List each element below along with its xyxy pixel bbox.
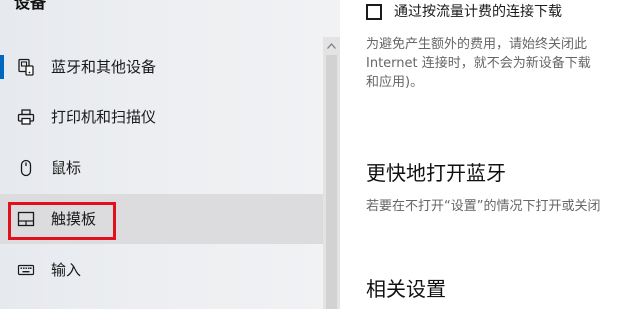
active-indicator bbox=[0, 55, 4, 79]
main-content: 通过按流量计费的连接下载 为避免产生额外的费用，请始终关闭此 Internet … bbox=[340, 0, 620, 309]
metered-download-label: 通过按流量计费的连接下载 bbox=[394, 4, 562, 20]
metered-description-line-1: 为避免产生额外的费用，请始终关闭此 bbox=[366, 37, 588, 52]
metered-download-checkbox[interactable] bbox=[366, 4, 382, 20]
sidebar-item-label: 鼠标 bbox=[51, 159, 82, 177]
sidebar-item-label: 蓝牙和其他设备 bbox=[51, 58, 157, 76]
sidebar-scrollbar[interactable] bbox=[323, 37, 340, 309]
related-settings-heading: 相关设置 bbox=[366, 277, 446, 301]
metered-download-setting[interactable]: 通过按流量计费的连接下载 bbox=[366, 2, 562, 22]
printer-icon bbox=[16, 107, 36, 127]
sidebar-title: 设备 bbox=[14, 0, 47, 12]
sidebar: 设备 蓝牙和其他设备 打印机和扫描仪 鼠标 触摸板 输入 bbox=[0, 0, 340, 309]
scrollbar-thumb[interactable] bbox=[326, 55, 337, 309]
sidebar-item-printers[interactable]: 打印机和扫描仪 bbox=[0, 92, 323, 142]
swift-pair-description: 若要在不打开“设置”的情况下打开或关闭 bbox=[366, 199, 601, 214]
swift-pair-heading: 更快地打开蓝牙 bbox=[366, 161, 506, 185]
highlight-box bbox=[8, 202, 116, 240]
sidebar-item-mouse[interactable]: 鼠标 bbox=[0, 143, 323, 193]
sidebar-item-bluetooth[interactable]: 蓝牙和其他设备 bbox=[0, 42, 323, 92]
chevron-up-icon[interactable] bbox=[323, 37, 340, 54]
metered-description-line-3: 和应用)。 bbox=[366, 75, 424, 90]
bluetooth-devices-icon bbox=[16, 57, 36, 77]
mouse-icon bbox=[16, 158, 36, 178]
sidebar-item-typing[interactable]: 输入 bbox=[0, 245, 323, 295]
keyboard-icon bbox=[16, 260, 36, 280]
sidebar-item-label: 打印机和扫描仪 bbox=[51, 108, 157, 126]
metered-description-line-2: Internet 连接时，就不会为新设备下载 bbox=[366, 56, 591, 71]
sidebar-item-label: 输入 bbox=[51, 261, 82, 279]
